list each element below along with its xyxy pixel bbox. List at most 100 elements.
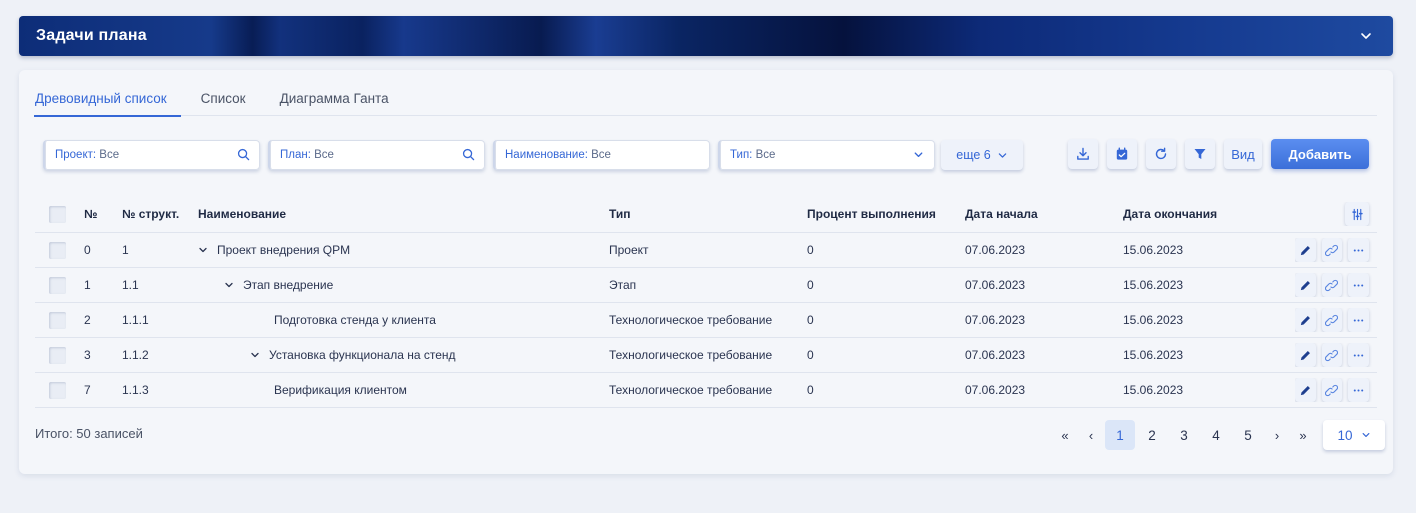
content-card: Древовидный список Список Диаграмма Гант… bbox=[19, 70, 1393, 474]
page-size-select[interactable]: 10 bbox=[1323, 420, 1385, 450]
table-header-row: № № структ. Наименование Тип Процент вып… bbox=[35, 196, 1377, 233]
row-checkbox-cell bbox=[35, 381, 84, 399]
row-num: 7 bbox=[84, 383, 91, 397]
project-filter-input[interactable]: Проект: Все bbox=[43, 140, 260, 170]
more-actions-button[interactable] bbox=[1348, 343, 1369, 367]
last-page-button[interactable]: » bbox=[1291, 420, 1315, 450]
filter-button[interactable] bbox=[1185, 139, 1215, 169]
page-1-button[interactable]: 1 bbox=[1105, 420, 1135, 450]
row-type: Технологическое требование bbox=[609, 348, 773, 362]
plan-filter-input[interactable]: План: Все bbox=[268, 140, 485, 170]
chevron-down-icon[interactable] bbox=[198, 245, 208, 255]
edit-button[interactable] bbox=[1295, 273, 1316, 297]
edit-button[interactable] bbox=[1295, 378, 1316, 402]
link-button[interactable] bbox=[1321, 343, 1343, 367]
next-page-button[interactable]: › bbox=[1265, 420, 1289, 450]
name-filter-value: Все bbox=[591, 149, 611, 161]
calendar-button[interactable] bbox=[1107, 139, 1137, 169]
more-horizontal-icon bbox=[1353, 388, 1364, 392]
row-num: 2 bbox=[84, 313, 91, 327]
more-actions-button[interactable] bbox=[1348, 308, 1369, 332]
edit-button[interactable] bbox=[1295, 308, 1316, 332]
chevron-down-icon[interactable] bbox=[250, 350, 260, 360]
col-start-header[interactable]: Дата начала bbox=[965, 207, 1123, 221]
select-all-cell bbox=[35, 205, 84, 223]
col-percent-header[interactable]: Процент выполнения bbox=[807, 207, 965, 221]
row-percent: 0 bbox=[807, 313, 814, 327]
column-settings-button[interactable] bbox=[1345, 202, 1369, 226]
tab-tree-list[interactable]: Древовидный список bbox=[34, 90, 181, 117]
first-page-button[interactable]: « bbox=[1053, 420, 1077, 450]
panel-title: Задачи плана bbox=[36, 27, 147, 44]
row-num: 1 bbox=[84, 278, 91, 292]
more-horizontal-icon bbox=[1353, 248, 1364, 252]
row-end-date: 15.06.2023 bbox=[1123, 278, 1184, 292]
row-num: 3 bbox=[84, 348, 91, 362]
table-row[interactable]: 2 1.1.1 Подготовка стенда у клиента Техн… bbox=[35, 303, 1377, 338]
row-actions bbox=[1295, 308, 1377, 332]
page-2-button[interactable]: 2 bbox=[1137, 420, 1167, 450]
name-filter-input[interactable]: Наименование: Все bbox=[493, 140, 710, 170]
more-horizontal-icon bbox=[1353, 353, 1364, 357]
col-struct-header[interactable]: № структ. bbox=[122, 207, 198, 221]
type-filter-select[interactable]: Тип: Все bbox=[718, 140, 935, 170]
tab-gantt[interactable]: Диаграмма Ганта bbox=[280, 90, 401, 116]
total-records: Итого: 50 записей bbox=[35, 426, 143, 441]
more-actions-button[interactable] bbox=[1348, 378, 1369, 402]
chevron-down-icon[interactable] bbox=[224, 280, 234, 290]
page-5-button[interactable]: 5 bbox=[1233, 420, 1263, 450]
row-end-date: 15.06.2023 bbox=[1123, 313, 1184, 327]
edit-button[interactable] bbox=[1295, 343, 1316, 367]
row-actions bbox=[1295, 273, 1377, 297]
chevron-down-icon[interactable] bbox=[912, 148, 925, 161]
row-checkbox[interactable] bbox=[49, 346, 66, 364]
link-icon bbox=[1325, 314, 1339, 326]
table-row[interactable]: 7 1.1.3 Верификация клиентом Технологиче… bbox=[35, 373, 1377, 408]
refresh-button[interactable] bbox=[1146, 139, 1176, 169]
row-checkbox[interactable] bbox=[49, 241, 66, 259]
row-struct: 1 bbox=[122, 243, 129, 257]
more-actions-button[interactable] bbox=[1348, 238, 1369, 262]
col-num-header[interactable]: № bbox=[84, 207, 122, 221]
row-checkbox[interactable] bbox=[49, 311, 66, 329]
search-icon[interactable] bbox=[237, 148, 250, 161]
toolbar: Вид Добавить bbox=[1068, 139, 1369, 169]
page-3-button[interactable]: 3 bbox=[1169, 420, 1199, 450]
table-row[interactable]: 0 1 Проект внедрения QPM Проект 0 07.06.… bbox=[35, 233, 1377, 268]
link-button[interactable] bbox=[1321, 378, 1343, 402]
table-row[interactable]: 3 1.1.2 Установка функционала на стенд Т… bbox=[35, 338, 1377, 373]
col-type-header[interactable]: Тип bbox=[609, 207, 807, 221]
filter-icon bbox=[1194, 149, 1206, 159]
more-actions-button[interactable] bbox=[1348, 273, 1369, 297]
row-start-date: 07.06.2023 bbox=[965, 278, 1026, 292]
row-start-date: 07.06.2023 bbox=[965, 243, 1026, 257]
row-name: Этап внедрение bbox=[243, 278, 334, 292]
download-button[interactable] bbox=[1068, 139, 1098, 169]
col-name-header[interactable]: Наименование bbox=[198, 207, 609, 221]
link-button[interactable] bbox=[1321, 273, 1343, 297]
select-all-checkbox[interactable] bbox=[49, 205, 66, 223]
refresh-icon bbox=[1155, 147, 1167, 160]
view-button[interactable]: Вид bbox=[1224, 139, 1262, 169]
pencil-icon bbox=[1300, 315, 1310, 325]
link-button[interactable] bbox=[1321, 238, 1343, 262]
link-button[interactable] bbox=[1321, 308, 1343, 332]
row-percent: 0 bbox=[807, 383, 814, 397]
row-checkbox[interactable] bbox=[49, 276, 66, 294]
pagination: « ‹ 1 2 3 4 5 › » 10 bbox=[1053, 420, 1385, 450]
search-icon[interactable] bbox=[462, 148, 475, 161]
page-4-button[interactable]: 4 bbox=[1201, 420, 1231, 450]
tab-list[interactable]: Список bbox=[201, 90, 258, 116]
row-percent: 0 bbox=[807, 348, 814, 362]
table-row[interactable]: 1 1.1 Этап внедрение Этап 0 07.06.2023 1… bbox=[35, 268, 1377, 303]
chevron-down-icon bbox=[1362, 433, 1369, 437]
col-end-header[interactable]: Дата окончания bbox=[1123, 207, 1295, 221]
edit-button[interactable] bbox=[1295, 238, 1316, 262]
row-name: Проект внедрения QPM bbox=[217, 243, 351, 257]
add-button[interactable]: Добавить bbox=[1271, 139, 1369, 169]
panel-header[interactable]: Задачи плана bbox=[19, 16, 1393, 56]
more-filters-button[interactable]: еще 6 bbox=[941, 140, 1023, 170]
prev-page-button[interactable]: ‹ bbox=[1079, 420, 1103, 450]
row-checkbox[interactable] bbox=[49, 381, 66, 399]
chevron-down-icon[interactable] bbox=[1359, 29, 1373, 43]
